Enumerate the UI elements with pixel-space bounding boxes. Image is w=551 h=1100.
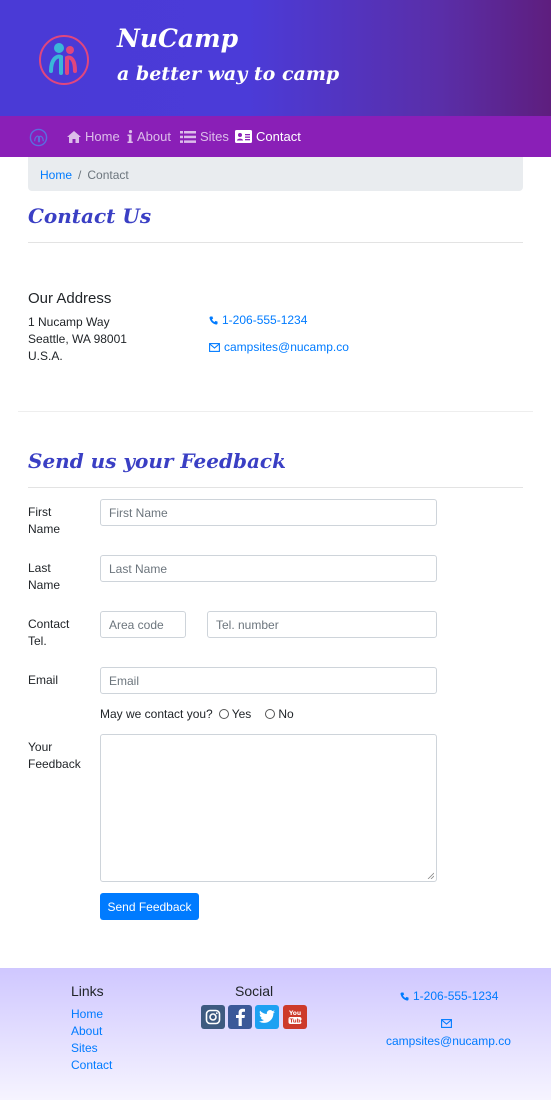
yes-label: Yes bbox=[231, 707, 252, 721]
footer-envelope-icon[interactable] bbox=[441, 1019, 452, 1028]
navbar: Home About Sites Contact bbox=[0, 116, 551, 157]
header-jumbotron: NuCamp a better way to camp bbox=[0, 0, 551, 116]
address-line-1: 1 Nucamp Way bbox=[28, 315, 110, 329]
nav-contact-label: Contact bbox=[256, 129, 301, 144]
address-card-icon bbox=[235, 130, 252, 143]
nav-about[interactable]: About bbox=[127, 129, 171, 144]
contact-tel-label: Contact Tel. bbox=[28, 617, 70, 648]
footer-social-title: Social bbox=[235, 983, 274, 999]
svg-text:You: You bbox=[288, 1010, 301, 1017]
footer-links-title: Links bbox=[71, 983, 104, 999]
brand-title: NuCamp bbox=[117, 24, 239, 53]
breadcrumb-separator: / bbox=[78, 168, 82, 182]
envelope-icon bbox=[209, 342, 220, 352]
feedback-heading-rule bbox=[28, 487, 523, 488]
address-line-3: U.S.A. bbox=[28, 349, 63, 363]
list-icon bbox=[180, 130, 196, 143]
breadcrumb: Home / Contact bbox=[28, 157, 523, 191]
nav-home[interactable]: Home bbox=[67, 129, 120, 144]
nav-contact[interactable]: Contact bbox=[235, 129, 301, 144]
footer-phone-link[interactable]: 1-206-555-1234 bbox=[400, 989, 498, 1003]
may-contact-no[interactable]: No bbox=[265, 707, 294, 721]
contact-email-text: campsites@nucamp.co bbox=[224, 340, 349, 354]
tel-number-input[interactable]: Tel. number bbox=[207, 611, 437, 638]
instagram-icon[interactable] bbox=[201, 1005, 225, 1029]
yes-radio[interactable] bbox=[218, 709, 229, 719]
email-input[interactable]: Email bbox=[100, 667, 437, 694]
footer-link-sites[interactable]: Sites bbox=[71, 1041, 98, 1055]
svg-text:Tube: Tube bbox=[290, 1019, 303, 1025]
brand-tagline: a better way to camp bbox=[117, 63, 340, 85]
nav-sites-label: Sites bbox=[200, 129, 229, 144]
email-label: Email bbox=[28, 673, 59, 687]
breadcrumb-home-link[interactable]: Home bbox=[40, 168, 72, 182]
area-code-input[interactable]: Area code bbox=[100, 611, 186, 638]
breadcrumb-current: Contact bbox=[87, 168, 129, 182]
first-name-label: First Name bbox=[28, 505, 61, 536]
contact-phone-link[interactable]: 1-206-555-1234 bbox=[209, 313, 307, 327]
address-title: Our Address bbox=[28, 290, 112, 307]
facebook-icon[interactable] bbox=[228, 1005, 252, 1029]
nav-about-label: About bbox=[137, 129, 171, 144]
footer-link-about[interactable]: About bbox=[71, 1024, 102, 1038]
footer-phone-icon bbox=[400, 991, 409, 1000]
send-feedback-button[interactable]: Send Feedback bbox=[100, 893, 199, 920]
your-feedback-label: Your Feedback bbox=[28, 740, 81, 771]
contact-heading: Contact Us bbox=[28, 204, 152, 228]
address-line-2: Seattle, WA 98001 bbox=[28, 332, 127, 346]
footer-phone-text: 1-206-555-1234 bbox=[413, 989, 499, 1003]
info-icon bbox=[127, 130, 133, 143]
may-contact-yes[interactable]: Yes bbox=[218, 707, 252, 721]
no-label: No bbox=[278, 707, 294, 721]
resize-grip-icon[interactable] bbox=[427, 872, 434, 879]
phone-icon bbox=[209, 315, 218, 324]
last-name-label: Last Name bbox=[28, 561, 61, 592]
youtube-icon[interactable]: You Tube bbox=[283, 1005, 307, 1029]
footer-link-contact[interactable]: Contact bbox=[71, 1058, 112, 1072]
footer-email-link[interactable]: campsites@nucamp.co bbox=[386, 1034, 511, 1048]
may-contact-question: May we contact you? bbox=[100, 707, 213, 721]
may-contact-row: May we contact you? Yes No bbox=[100, 707, 294, 721]
navbar-logo-icon[interactable] bbox=[29, 128, 48, 147]
feedback-textarea[interactable] bbox=[100, 734, 437, 882]
twitter-icon[interactable] bbox=[255, 1005, 279, 1029]
contact-email-link[interactable]: campsites@nucamp.co bbox=[209, 340, 349, 354]
feedback-heading: Send us your Feedback bbox=[28, 449, 286, 473]
first-name-input[interactable]: First Name bbox=[100, 499, 437, 526]
contact-phone-text: 1-206-555-1234 bbox=[222, 313, 308, 327]
footer-link-home[interactable]: Home bbox=[71, 1007, 103, 1021]
last-name-input[interactable]: Last Name bbox=[100, 555, 437, 582]
no-radio[interactable] bbox=[265, 709, 276, 719]
home-icon bbox=[67, 130, 81, 143]
contact-heading-rule bbox=[28, 242, 523, 243]
section-divider bbox=[18, 411, 533, 412]
nav-sites[interactable]: Sites bbox=[180, 129, 229, 144]
nav-home-label: Home bbox=[85, 129, 120, 144]
nucamp-logo-icon bbox=[39, 35, 89, 85]
